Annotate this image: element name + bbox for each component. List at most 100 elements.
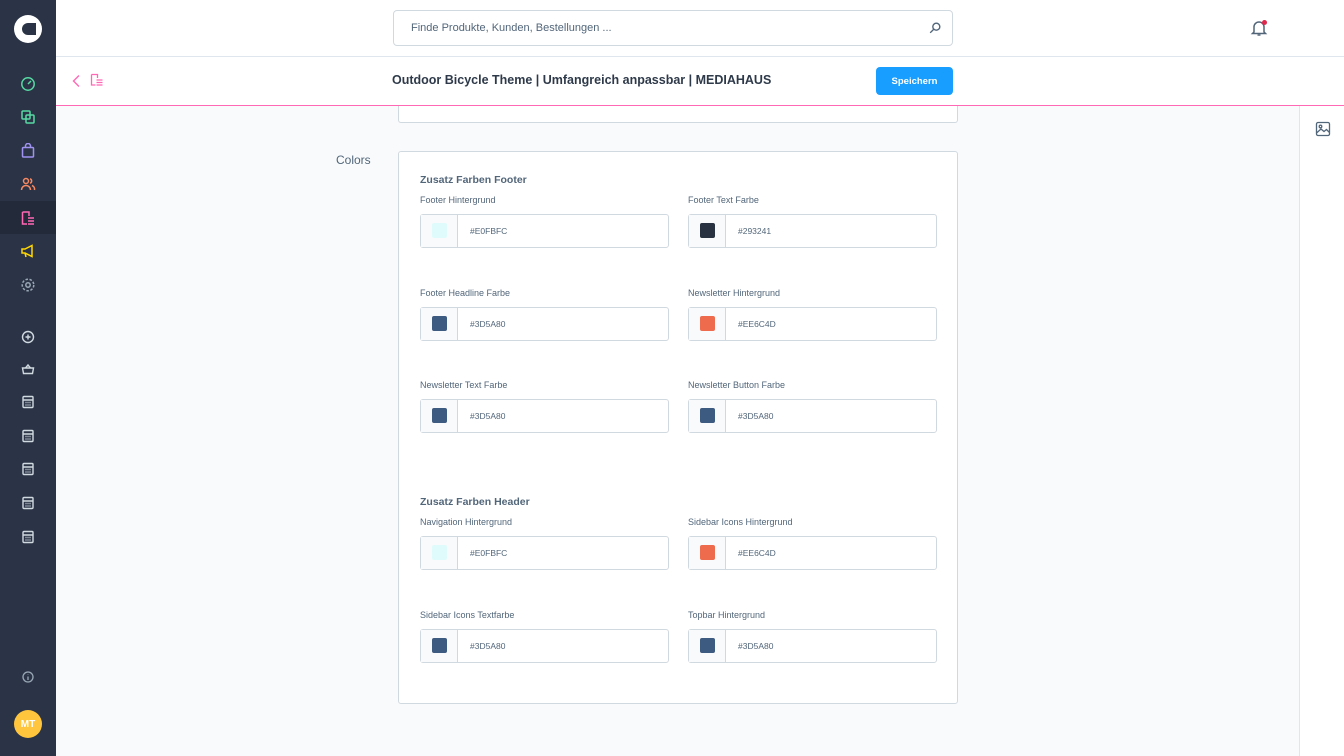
color-field-newsletter-button: Newsletter Button Farbe #3D5A80	[688, 380, 937, 433]
color-field-newsletter-background: Newsletter Hintergrund #EE6C4D	[688, 288, 937, 341]
sidebar-item-marketing[interactable]	[0, 234, 56, 267]
field-label: Footer Hintergrund	[420, 195, 496, 205]
color-field-footer-background: Footer Hintergrund #E0FBFC	[420, 195, 669, 248]
admin-sidebar: MT	[0, 0, 56, 756]
calculator-icon	[22, 429, 34, 442]
field-label: Footer Headline Farbe	[420, 288, 511, 298]
chevron-left-icon[interactable]	[70, 73, 82, 89]
search-icon[interactable]	[928, 21, 942, 35]
colors-card: Zusatz Farben Footer Footer Hintergrund …	[398, 151, 958, 704]
color-input[interactable]: #E0FBFC	[420, 536, 669, 570]
color-picker-trigger[interactable]	[421, 215, 458, 247]
field-label: Footer Text Farbe	[688, 195, 759, 205]
color-picker-trigger[interactable]	[689, 537, 726, 569]
dashboard-icon	[21, 76, 35, 91]
color-picker-trigger[interactable]	[689, 630, 726, 662]
color-field-sidebar-icons-background: Sidebar Icons Hintergrund #EE6C4D	[688, 517, 937, 570]
color-field-newsletter-text: Newsletter Text Farbe #3D5A80	[420, 380, 669, 433]
color-swatch	[432, 638, 447, 653]
color-picker-trigger[interactable]	[421, 537, 458, 569]
color-input[interactable]: #3D5A80	[420, 629, 669, 663]
sidebar-item-catalog[interactable]	[0, 100, 56, 133]
add-circle-icon	[21, 330, 35, 343]
color-input[interactable]: #E0FBFC	[420, 214, 669, 248]
color-hex-value: #293241	[738, 226, 772, 236]
group-title: Zusatz Farben Footer	[420, 174, 527, 186]
search-input[interactable]: Finde Produkte, Kunden, Bestellungen ...	[393, 10, 953, 46]
calculator-icon	[22, 395, 34, 408]
basket-icon	[21, 363, 35, 374]
shopware-logo-icon[interactable]	[14, 15, 42, 43]
color-input[interactable]: #3D5A80	[420, 399, 669, 433]
color-input[interactable]: #3D5A80	[688, 399, 937, 433]
color-picker-trigger[interactable]	[421, 308, 458, 340]
color-input[interactable]: #293241	[688, 214, 937, 248]
color-swatch	[700, 545, 715, 560]
sidebar-help[interactable]	[0, 660, 56, 693]
sidebar-item-orders[interactable]	[0, 134, 56, 167]
color-picker-trigger[interactable]	[421, 630, 458, 662]
group-title: Zusatz Farben Header	[420, 496, 530, 508]
calculator-icon	[22, 462, 34, 475]
color-hex-value: #3D5A80	[738, 641, 774, 651]
top-header: Finde Produkte, Kunden, Bestellungen ...	[56, 0, 1344, 57]
sidebar-item-settings[interactable]	[0, 268, 56, 301]
search-placeholder: Finde Produkte, Kunden, Bestellungen ...	[411, 22, 612, 34]
sidebar-item-customers[interactable]	[0, 167, 56, 200]
color-swatch	[700, 316, 715, 331]
image-icon[interactable]	[1315, 121, 1331, 137]
color-swatch	[432, 545, 447, 560]
settings-icon	[21, 277, 35, 292]
sidebar-item-add-extension[interactable]	[0, 320, 56, 353]
color-picker-trigger[interactable]	[421, 400, 458, 432]
sidebar-item-plugin-1[interactable]	[0, 385, 56, 418]
color-input[interactable]: #3D5A80	[420, 307, 669, 341]
color-swatch	[700, 223, 715, 238]
avatar[interactable]: MT	[14, 710, 42, 738]
color-hex-value: #E0FBFC	[470, 548, 508, 558]
color-hex-value: #E0FBFC	[470, 226, 508, 236]
color-hex-value: #3D5A80	[470, 411, 506, 421]
color-field-navigation-background: Navigation Hintergrund #E0FBFC	[420, 517, 669, 570]
field-label: Navigation Hintergrund	[420, 517, 513, 527]
save-button[interactable]: Speichern	[876, 67, 953, 95]
color-hex-value: #EE6C4D	[738, 319, 776, 329]
color-picker-trigger[interactable]	[689, 308, 726, 340]
sidebar-item-dashboard[interactable]	[0, 67, 56, 100]
color-swatch	[432, 223, 447, 238]
color-field-sidebar-icons-text: Sidebar Icons Textfarbe #3D5A80	[420, 610, 669, 663]
calculator-icon	[22, 530, 34, 543]
smart-bar: Outdoor Bicycle Theme | Umfangreich anpa…	[56, 57, 1344, 106]
calculator-icon	[22, 496, 34, 509]
field-label: Newsletter Hintergrund	[688, 288, 781, 298]
catalog-icon	[21, 109, 35, 124]
color-input[interactable]: #EE6C4D	[688, 536, 937, 570]
sidebar-item-plugin-3[interactable]	[0, 452, 56, 485]
color-hex-value: #EE6C4D	[738, 548, 776, 558]
color-swatch	[700, 638, 715, 653]
color-field-footer-text: Footer Text Farbe #293241	[688, 195, 937, 248]
notification-dot	[1262, 20, 1267, 25]
field-label: Sidebar Icons Hintergrund	[688, 517, 793, 527]
sidebar-item-plugin-4[interactable]	[0, 486, 56, 519]
color-hex-value: #3D5A80	[470, 641, 506, 651]
color-input[interactable]: #EE6C4D	[688, 307, 937, 341]
color-input[interactable]: #3D5A80	[688, 629, 937, 663]
color-swatch	[700, 408, 715, 423]
color-field-footer-headline: Footer Headline Farbe #3D5A80	[420, 288, 669, 341]
sidebar-item-plugin-2[interactable]	[0, 419, 56, 452]
content-icon	[21, 210, 34, 225]
sidebar-item-plugin-5[interactable]	[0, 520, 56, 553]
color-hex-value: #3D5A80	[470, 319, 506, 329]
field-label: Sidebar Icons Textfarbe	[420, 610, 515, 620]
color-swatch	[432, 316, 447, 331]
color-swatch	[432, 408, 447, 423]
content-list-icon[interactable]	[89, 72, 105, 88]
sidebar-item-content[interactable]	[0, 201, 56, 234]
sidebar-item-plugin-basket[interactable]	[0, 352, 56, 385]
orders-icon	[21, 142, 35, 158]
color-picker-trigger[interactable]	[689, 400, 726, 432]
info-icon	[22, 670, 34, 683]
color-picker-trigger[interactable]	[689, 215, 726, 247]
sidebar-right-panel	[1299, 106, 1344, 756]
